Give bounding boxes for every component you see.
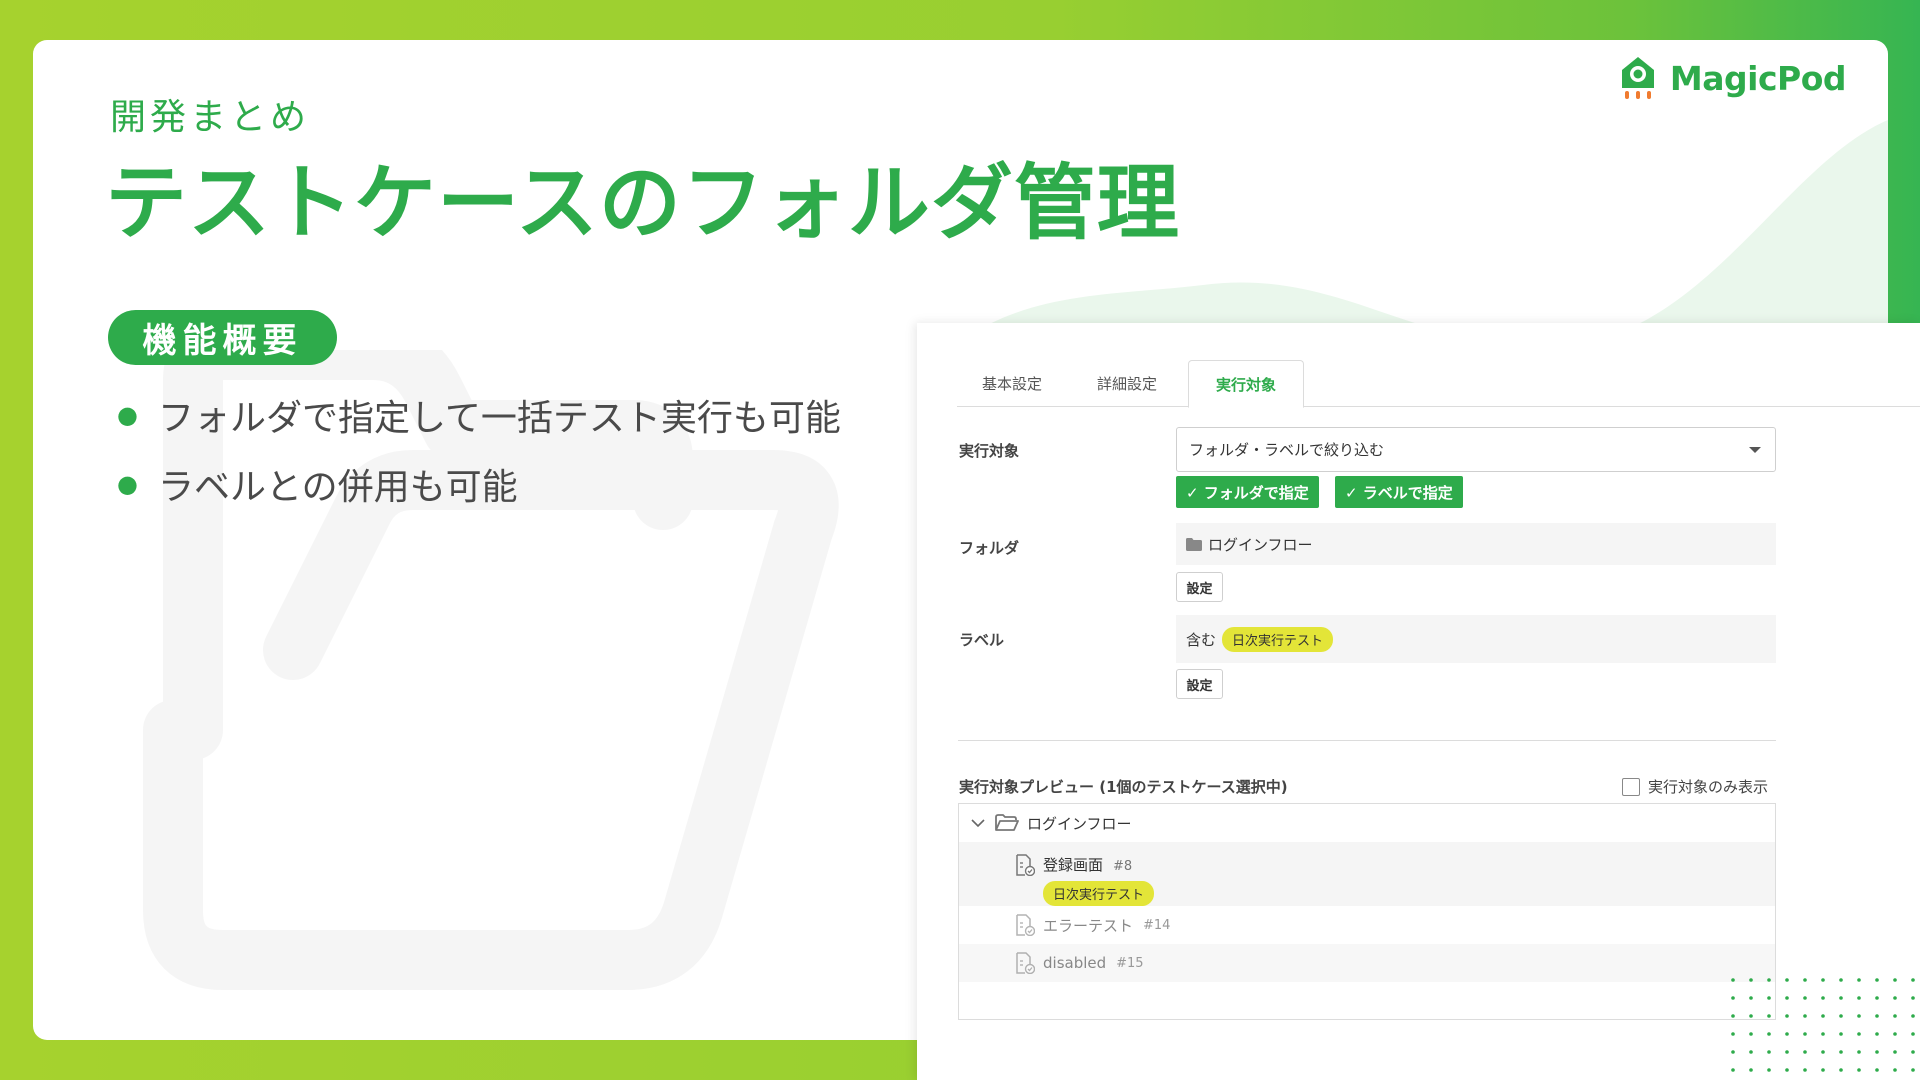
logo-text: MagicPod	[1669, 58, 1847, 98]
test-case-name: 登録画面	[1043, 856, 1104, 874]
label-tag: 日次実行テスト	[1222, 626, 1334, 652]
label-filter-toggle[interactable]: ✓ ラベルで指定	[1335, 476, 1463, 508]
folder-filter-toggle[interactable]: ✓ フォルダで指定	[1176, 476, 1319, 508]
preview-tree: ログインフロー 登録画面 #8 日次実行テスト エラーテスト #14 disab…	[958, 803, 1776, 1020]
label-settings-button[interactable]: 設定	[1176, 669, 1223, 699]
test-case-info: 登録画面 #8 日次実行テスト	[1043, 854, 1155, 906]
chevron-down-icon[interactable]	[971, 818, 985, 828]
feature-badge: 機能概要	[108, 310, 337, 365]
folder-field: ログインフロー	[1176, 523, 1776, 565]
decorative-dot-grid	[1728, 975, 1920, 1080]
folder-icon	[1186, 537, 1202, 551]
preview-title: 実行対象プレビュー (1個のテストケース選択中)	[959, 778, 1288, 796]
target-label: 実行対象	[959, 442, 1020, 460]
test-case-name: disabled	[1043, 954, 1107, 972]
test-case-icon	[1016, 952, 1035, 974]
settings-tabs: 基本設定 詳細設定 実行対象	[957, 360, 1920, 408]
tree-folder-row[interactable]: ログインフロー	[959, 804, 1775, 842]
folder-settings-button[interactable]: 設定	[1176, 572, 1223, 602]
settings-panel-screenshot: 基本設定 詳細設定 実行対象 実行対象 フォルダ・ラベルで絞り込む ✓ フォルダ…	[917, 323, 1920, 1080]
test-case-icon	[1016, 854, 1035, 876]
tree-folder-name: ログインフロー	[1027, 814, 1132, 833]
label-filter-field: 含む 日次実行テスト	[1176, 615, 1776, 663]
test-case-row[interactable]: 登録画面 #8 日次実行テスト	[959, 842, 1775, 906]
test-case-row[interactable]: disabled #15	[959, 944, 1775, 982]
test-case-number: #15	[1116, 955, 1144, 971]
section-eyebrow: 開発まとめ	[110, 97, 311, 138]
label-include-prefix: 含む	[1186, 630, 1217, 649]
bullet-dot-icon: ●	[117, 400, 138, 429]
target-select[interactable]: フォルダ・ラベルで絞り込む	[1176, 427, 1776, 472]
bullet-item: ● ラベルとの併用も可能	[117, 449, 841, 518]
tab-detail-settings[interactable]: 詳細設定	[1067, 360, 1187, 407]
test-case-row[interactable]: エラーテスト #14	[959, 906, 1775, 944]
checkbox-label: 実行対象のみ表示	[1648, 778, 1769, 796]
target-select-value: フォルダ・ラベルで絞り込む	[1189, 441, 1385, 459]
tab-basic-settings[interactable]: 基本設定	[957, 360, 1067, 407]
test-case-number: #8	[1113, 859, 1133, 874]
test-case-name: エラーテスト	[1043, 916, 1134, 935]
slide-title: テストケースのフォルダ管理	[105, 156, 1180, 251]
magicpod-logo: MagicPod	[1616, 54, 1847, 102]
bullet-text: ラベルとの併用も可能	[157, 466, 518, 508]
tab-execution-target[interactable]: 実行対象	[1188, 360, 1304, 408]
test-case-tag: 日次実行テスト	[1043, 881, 1155, 906]
feature-bullets: ● フォルダで指定して一括テスト実行も可能 ● ラベルとの併用も可能	[117, 380, 841, 518]
bullet-text: フォルダで指定して一括テスト実行も可能	[157, 397, 841, 439]
rocket-icon	[1621, 57, 1654, 99]
label-filter-label: ラベル	[959, 631, 1005, 649]
folder-label: フォルダ	[959, 539, 1020, 557]
bullet-dot-icon: ●	[117, 469, 138, 498]
open-folder-icon	[995, 814, 1019, 831]
dropdown-caret-icon	[1749, 447, 1761, 453]
test-case-number: #14	[1143, 917, 1171, 933]
test-case-icon	[1016, 914, 1035, 936]
checkbox-box[interactable]	[1622, 777, 1640, 796]
show-targets-only-checkbox[interactable]: 実行対象のみ表示	[1622, 776, 1768, 797]
folder-value: ログインフロー	[1208, 535, 1313, 554]
divider	[958, 740, 1776, 741]
bullet-item: ● フォルダで指定して一括テスト実行も可能	[117, 380, 841, 449]
